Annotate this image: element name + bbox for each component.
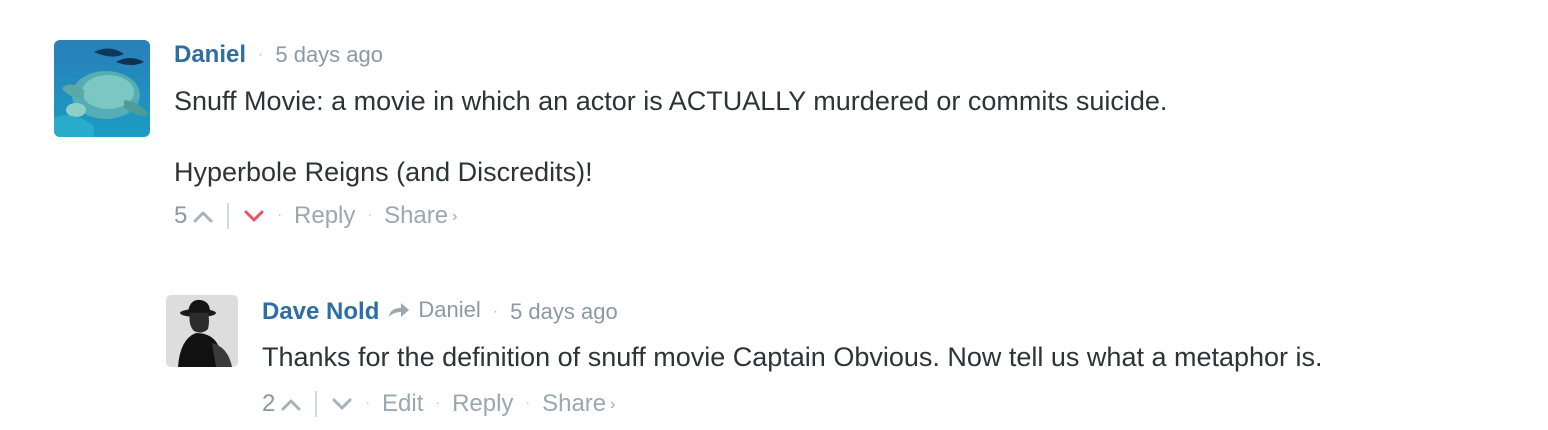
man-in-hat-avatar-icon bbox=[166, 295, 238, 367]
separator-dot: · bbox=[277, 206, 283, 222]
separator-dot: · bbox=[525, 394, 531, 410]
upvote-button[interactable] bbox=[193, 209, 213, 223]
vote-divider bbox=[227, 203, 230, 229]
separator-dot: · bbox=[258, 46, 264, 63]
avatar[interactable] bbox=[54, 40, 150, 137]
vote-divider bbox=[315, 391, 318, 417]
share-link[interactable]: Share › bbox=[384, 202, 457, 230]
chevron-up-icon bbox=[281, 399, 301, 411]
downvote-button[interactable] bbox=[243, 209, 265, 223]
separator-dot: · bbox=[367, 206, 373, 222]
comment: Daniel · 5 days ago Snuff Movie: a movie… bbox=[54, 40, 1167, 232]
author-name[interactable]: Daniel bbox=[174, 40, 246, 70]
timestamp[interactable]: 5 days ago bbox=[510, 297, 618, 327]
comment-text: Snuff Movie: a movie in which an actor i… bbox=[174, 73, 1167, 189]
chevron-down-icon bbox=[332, 398, 352, 410]
chevron-right-icon: › bbox=[452, 208, 458, 225]
downvote-button[interactable] bbox=[331, 397, 353, 411]
chevron-down-icon bbox=[244, 210, 264, 222]
comment-paragraph: Thanks for the definition of snuff movie… bbox=[262, 342, 1323, 372]
reply-to-name: Daniel bbox=[418, 297, 481, 322]
chevron-up-icon bbox=[193, 211, 213, 223]
share-label: Share bbox=[542, 390, 607, 417]
avatar[interactable] bbox=[166, 295, 238, 367]
upvote-count: 5 bbox=[174, 202, 188, 229]
reply-link[interactable]: Reply bbox=[452, 390, 513, 418]
share-link[interactable]: Share › bbox=[542, 390, 615, 418]
chevron-right-icon: › bbox=[610, 396, 616, 413]
comment-text: Thanks for the definition of snuff movie… bbox=[262, 330, 1323, 374]
reply-link[interactable]: Reply bbox=[294, 202, 355, 230]
author-name[interactable]: Dave Nold bbox=[262, 297, 379, 327]
reply-arrow-icon bbox=[389, 303, 410, 317]
comment-paragraph: Hyperbole Reigns (and Discredits)! bbox=[174, 157, 593, 187]
sea-turtle-avatar-icon bbox=[54, 40, 150, 137]
comment-footer: 5 · Reply · Share › bbox=[174, 200, 1167, 232]
reply-to-link[interactable]: Daniel bbox=[387, 295, 481, 325]
share-label: Share bbox=[384, 202, 449, 229]
comment-footer: 2 · Edit · Reply · Share › bbox=[262, 388, 1323, 420]
timestamp[interactable]: 5 days ago bbox=[275, 40, 383, 70]
comment-paragraph: Snuff Movie: a movie in which an actor i… bbox=[174, 86, 1168, 116]
upvote-button[interactable] bbox=[281, 397, 301, 411]
separator-dot: · bbox=[435, 394, 441, 410]
separator-dot: · bbox=[365, 394, 371, 410]
separator-dot: · bbox=[492, 303, 499, 320]
edit-link[interactable]: Edit bbox=[382, 390, 423, 418]
upvote-count: 2 bbox=[262, 390, 276, 417]
comment-reply: Dave Nold Daniel · 5 days ago Thanks for… bbox=[166, 295, 1323, 420]
